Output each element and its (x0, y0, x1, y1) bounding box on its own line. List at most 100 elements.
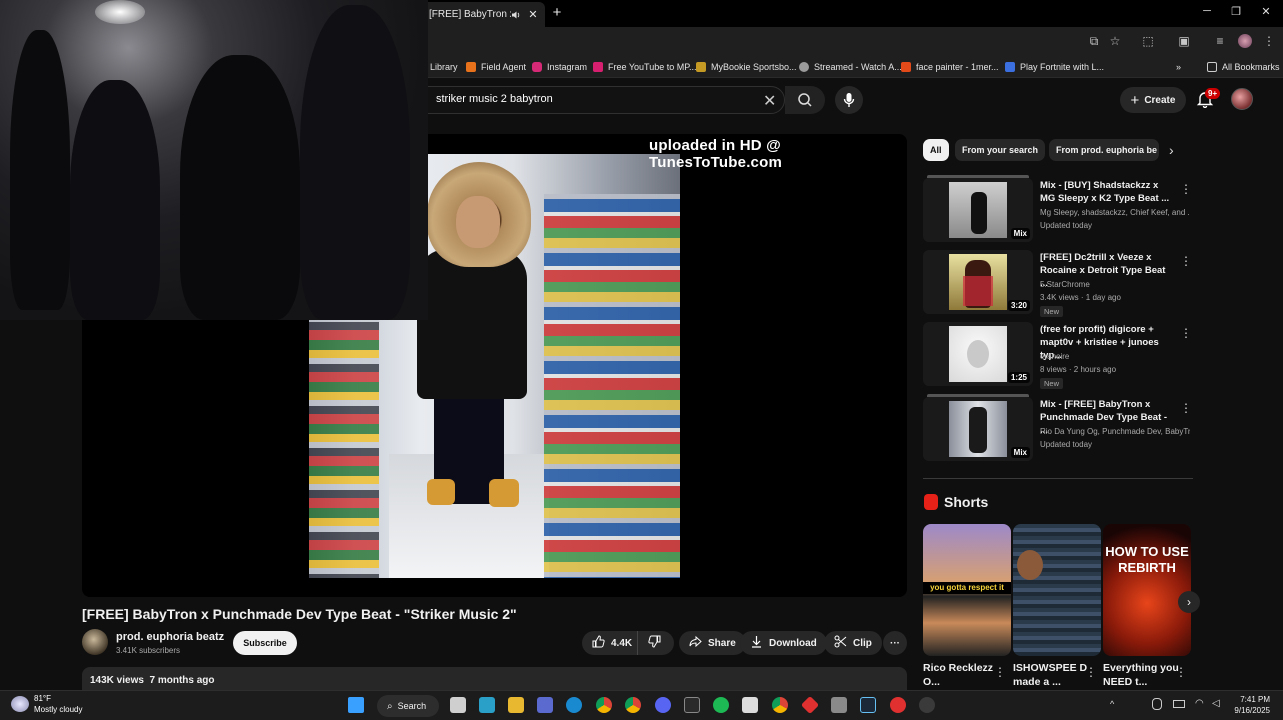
video-thumbnail[interactable]: Mix (923, 397, 1033, 461)
roblox-icon[interactable] (800, 695, 820, 715)
discord-icon[interactable] (655, 697, 671, 713)
kebab-menu-icon[interactable]: ⋮ (1180, 254, 1192, 268)
all-bookmarks-button[interactable]: All Bookmarks (1207, 60, 1280, 74)
bookmarks-overflow-button[interactable]: » (1176, 60, 1181, 74)
cast-icon[interactable]: ⧉ (1087, 34, 1101, 48)
epic-games-icon[interactable] (684, 697, 700, 713)
subscribe-button[interactable]: Subscribe (233, 631, 297, 655)
short-thumbnail[interactable] (1013, 524, 1101, 656)
instagram-icon (532, 62, 542, 72)
kebab-menu-icon[interactable]: ⋮ (1175, 665, 1187, 679)
bookmark-streamed[interactable]: Streamed - Watch A... (799, 60, 902, 74)
chevron-right-icon[interactable]: › (1169, 142, 1174, 158)
bookmark-field-agent[interactable]: Field Agent (466, 60, 526, 74)
chip-from-channel[interactable]: From prod. euphoria be (1049, 139, 1159, 161)
weather-cloud-icon[interactable] (11, 696, 29, 712)
new-tab-button[interactable]: + (549, 4, 565, 22)
short-title[interactable]: Everything you NEED t... (1103, 661, 1179, 689)
app-icon[interactable] (919, 697, 935, 713)
chip-all[interactable]: All (923, 139, 949, 161)
close-window-button[interactable]: ✕ (1259, 5, 1273, 18)
more-actions-button[interactable]: ··· (883, 631, 907, 655)
weather-temperature[interactable]: 81°F (34, 694, 51, 703)
recording-icon[interactable] (890, 697, 906, 713)
create-button[interactable]: + Create (1120, 87, 1186, 113)
system-clock[interactable]: 7:41 PM 9/16/2025 (1230, 694, 1270, 716)
kebab-menu-icon[interactable]: ⋮ (994, 665, 1006, 679)
channel-avatar[interactable] (82, 629, 108, 655)
steam-icon[interactable] (860, 697, 876, 713)
snipping-tool-icon[interactable] (742, 697, 758, 713)
keyboard-tray-icon[interactable] (1173, 700, 1185, 708)
like-button[interactable]: 4.4K (582, 631, 638, 655)
dislike-button[interactable] (638, 631, 674, 655)
notification-count-badge: 9+ (1205, 88, 1221, 99)
clock-time: 7:41 PM (1240, 695, 1270, 704)
chevron-up-icon[interactable]: ^ (1110, 699, 1114, 709)
kebab-menu-icon[interactable]: ⋮ (1180, 401, 1192, 415)
bookmark-library[interactable]: Library (430, 60, 458, 74)
wifi-icon[interactable]: ◠ (1195, 698, 1204, 709)
volume-icon[interactable]: ◁ (1212, 698, 1220, 709)
widgets-icon[interactable] (479, 697, 495, 713)
search-input[interactable]: striker music 2 babytron ✕ (427, 86, 785, 114)
kebab-menu-icon[interactable]: ⋮ (1180, 182, 1192, 196)
browser-tab-active[interactable]: [FREE] BabyTron x Pun ✕ (420, 2, 545, 27)
bookmark-free-youtube-mp3[interactable]: Free YouTube to MP... (593, 60, 697, 74)
file-explorer-icon[interactable] (508, 697, 524, 713)
video-thumbnail[interactable]: Mix (923, 178, 1033, 242)
chrome-icon[interactable] (596, 697, 612, 713)
share-button[interactable]: Share (679, 631, 746, 655)
profile-avatar-icon[interactable] (1238, 34, 1252, 48)
bookmark-label: MyBookie Sportsbo... (711, 62, 797, 72)
recommendation-item[interactable]: Mix Mix - [FREE] BabyTron x Punchmade De… (923, 394, 1193, 463)
clip-button[interactable]: Clip (824, 631, 882, 655)
bookmark-instagram[interactable]: Instagram (532, 60, 587, 74)
chrome-icon[interactable] (772, 697, 788, 713)
video-thumbnail[interactable]: 1:25 (923, 322, 1033, 386)
windows-start-icon[interactable] (348, 697, 364, 713)
short-thumbnail[interactable]: you gotta respect it (923, 524, 1011, 656)
short-title[interactable]: Rico Recklezz O... (923, 661, 999, 689)
kebab-menu-icon[interactable]: ⋮ (1262, 34, 1276, 48)
speaker-icon[interactable] (511, 10, 521, 20)
taskbar-search[interactable]: ⌕ Search (377, 695, 439, 717)
kebab-menu-icon[interactable]: ⋮ (1085, 665, 1097, 679)
recommendation-item[interactable]: Mix Mix - [BUY] Shadstackzz x MG Sleepy … (923, 175, 1193, 244)
short-title[interactable]: ISHOWSPEE D made a ... (1013, 661, 1089, 689)
download-icon (750, 635, 763, 651)
microphone-tray-icon[interactable] (1152, 698, 1162, 710)
download-button[interactable]: Download (740, 631, 827, 655)
minimize-button[interactable]: ─ (1200, 5, 1214, 17)
channel-name[interactable]: prod. euphoria beatz (116, 631, 224, 643)
kebab-menu-icon[interactable]: ⋮ (1180, 326, 1192, 340)
weather-description[interactable]: Mostly cloudy (34, 705, 82, 714)
recommendation-item[interactable]: 1:25 (free for profit) digicore + mapt0v… (923, 322, 1193, 389)
chrome-icon[interactable] (625, 697, 641, 713)
edge-icon[interactable] (566, 697, 582, 713)
store-shelf-right (544, 194, 680, 578)
clear-search-icon[interactable]: ✕ (763, 91, 776, 111)
chip-from-your-search[interactable]: From your search (955, 139, 1046, 161)
reading-list-icon[interactable]: ≡ (1213, 34, 1227, 48)
search-button[interactable] (785, 86, 825, 114)
short-thumbnail[interactable]: HOW TO USE REBIRTH (1103, 524, 1191, 656)
store-icon[interactable] (537, 697, 553, 713)
bookmark-face-painter[interactable]: face painter - 1mer... (901, 60, 999, 74)
bookmark-mybookie[interactable]: MyBookie Sportsbo... (696, 60, 797, 74)
voice-search-button[interactable] (835, 86, 863, 114)
split-view-icon[interactable]: ▣ (1177, 34, 1191, 48)
extensions-icon[interactable]: ⬚ (1141, 34, 1155, 48)
shorts-next-button[interactable]: › (1178, 591, 1200, 613)
tab-close-icon[interactable]: ✕ (527, 8, 539, 21)
recommendation-item[interactable]: 3:20 [FREE] Dc2trill x Veeze x Rocaine x… (923, 250, 1193, 317)
video-thumbnail[interactable]: 3:20 (923, 250, 1033, 314)
camera-icon[interactable] (831, 697, 847, 713)
bookmark-play-fortnite[interactable]: Play Fortnite with L... (1005, 60, 1104, 74)
new-badge: New (1040, 378, 1064, 389)
spotify-icon[interactable] (713, 697, 729, 713)
account-avatar[interactable] (1231, 88, 1253, 110)
task-view-icon[interactable] (450, 697, 466, 713)
maximize-button[interactable]: ❐ (1229, 5, 1243, 18)
bookmark-star-icon[interactable]: ☆ (1108, 34, 1122, 48)
